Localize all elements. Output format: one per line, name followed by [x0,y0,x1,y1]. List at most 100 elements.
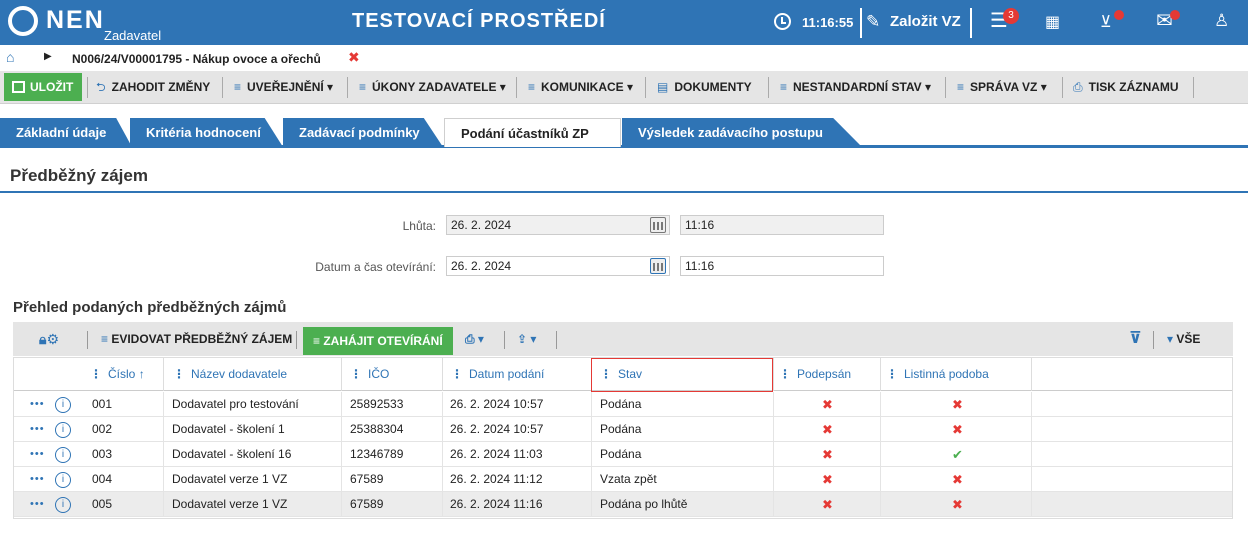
column-divider [880,492,881,517]
column-label: Číslo [108,367,136,381]
cross-icon: ✖ [822,472,833,487]
column-divider [591,442,592,467]
deadline-time-field[interactable]: 11:16 [680,215,884,235]
deadline-label: Lhůta: [402,219,436,233]
contracting-actions-menu[interactable]: ≡ ÚKONY ZADAVATELE ▾ [359,71,506,104]
breadcrumb-current[interactable]: N006/24/V00001795 - Nákup ovoce a ořechů [72,52,321,66]
manage-contract-menu[interactable]: ≡ SPRÁVA VZ ▾ [957,71,1047,104]
column-header-submission-date[interactable]: ⋮ Datum podání [451,358,544,391]
publish-menu[interactable]: ≡ UVEŘEJNĚNÍ ▾ [234,71,333,104]
cell-submission-date: 26. 2. 2024 10:57 [450,422,544,436]
row-actions-icon[interactable]: ••• [30,417,45,442]
cell-status: Podána [600,422,642,436]
column-divider [591,467,592,492]
print-icon: ⎙ [1073,80,1083,94]
calculator-icon[interactable]: ▦ [1045,12,1060,34]
discard-changes-button[interactable]: ⮌ ZAHODIT ZMĚNY [96,71,210,104]
column-divider [341,492,342,517]
column-divider [442,467,443,492]
edit-icon[interactable]: ✎ [866,13,880,30]
save-button[interactable]: ULOŽIT [4,73,82,101]
column-divider [1031,467,1032,492]
cross-icon: ✖ [822,397,833,412]
info-icon[interactable]: i [55,397,71,413]
filter-all-dropdown[interactable]: ▾ VŠE [1167,322,1200,356]
info-icon[interactable]: i [55,472,71,488]
table-row[interactable]: ••• i 005 Dodavatel verze 1 VZ 67589 26. 2. 2… [14,492,1232,517]
documents-button[interactable]: ▤ DOKUMENTY [657,71,752,104]
clock-icon [774,13,791,30]
row-actions-icon[interactable]: ••• [30,492,45,517]
column-divider [773,358,774,391]
close-icon[interactable]: ✖ [348,49,360,66]
calendar-icon[interactable] [650,217,666,233]
tab-evaluation-criteria[interactable]: Kritéria hodnocení [130,118,283,147]
divider [504,331,505,349]
tab-procedure-result[interactable]: Výsledek zadávacího postupu [622,118,862,147]
column-label: Podepsán [797,367,852,381]
row-actions-icon[interactable]: ••• [30,442,45,467]
cell-status: Podána po lhůtě [600,497,688,511]
column-divider [773,417,774,442]
mail-alert-dot [1170,10,1180,20]
column-divider [442,358,443,391]
start-opening-button[interactable]: ≡ ZAHÁJIT OTEVÍRÁNÍ [303,327,453,355]
info-icon[interactable]: i [55,447,71,463]
opening-date-field[interactable]: 26. 2. 2024 [446,256,670,276]
table-row[interactable]: ••• i 002 Dodavatel - školení 1 25388304 26. … [14,417,1232,442]
divider [645,77,646,98]
column-header-number[interactable]: ⋮ Číslo ↑ [90,358,145,391]
opening-time-field[interactable]: 11:16 [680,256,884,276]
info-icon[interactable]: i [55,497,71,513]
list-icon: ≡ [528,80,536,94]
column-header-status[interactable]: ⋮ Stav [600,358,642,391]
column-header-paper-form[interactable]: ⋮ Listinná podoba [886,358,989,391]
column-header-signed[interactable]: ⋮ Podepsán [779,358,851,391]
info-icon[interactable]: i [55,422,71,438]
cell-status: Podána [600,447,642,461]
row-actions-icon[interactable]: ••• [30,392,45,417]
column-divider [773,492,774,517]
home-icon[interactable]: ⌂ [6,49,14,65]
column-divider [773,467,774,492]
lock-icon[interactable]: 🔒︎⚙︎ [39,322,59,356]
column-divider [442,442,443,467]
row-actions-icon[interactable]: ••• [30,467,45,492]
column-divider [163,417,164,442]
table-row[interactable]: ••• i 001 Dodavatel pro testování 25892533 26… [14,392,1232,417]
cell-number: 001 [92,397,113,411]
column-label: Datum podání [469,367,545,381]
grid-header: ⋮ Číslo ↑ ⋮ Název dodavatele ⋮ IČO ⋮ Datum p… [14,358,1232,392]
user-icon[interactable]: ♙ [1214,10,1229,32]
column-header-supplier[interactable]: ⋮ Název dodavatele [173,358,287,391]
divider [768,77,769,98]
create-contract-button[interactable]: Založit VZ [890,13,961,30]
table-row[interactable]: ••• i 003 Dodavatel - školení 16 12346789 26.… [14,442,1232,467]
tab-tender-conditions[interactable]: Zadávací podmínky [283,118,443,147]
communication-menu[interactable]: ≡ KOMUNIKACE ▾ [528,71,633,104]
undo-icon: ⮌ [96,80,106,94]
publish-label: UVEŘEJNĚNÍ [247,80,324,94]
cell-status: Podána [600,397,642,411]
column-header-ico[interactable]: ⋮ IČO [350,358,389,391]
column-divider [163,358,164,391]
column-divider [1031,417,1032,442]
print-record-button[interactable]: ⎙ TISK ZÁZNAMU [1073,71,1179,104]
tab-basic-info[interactable]: Základní údaje [0,118,132,147]
export-menu[interactable]: ⇪ ▾ [517,322,536,356]
print-menu[interactable]: ⎙ ▾ [465,322,484,356]
nonstandard-state-menu[interactable]: ≡ NESTANDARDNÍ STAV ▾ [780,71,931,104]
deadline-date-field[interactable]: 26. 2. 2024 [446,215,670,235]
column-divider [163,392,164,417]
divider [347,77,348,98]
tab-participant-submissions[interactable]: Podání účastníků ZP [444,118,621,147]
filter-icon[interactable]: ⊽ [1129,322,1142,356]
inbox-icon[interactable]: ⊻ [1100,12,1112,34]
column-divider [1031,392,1032,417]
table-row[interactable]: ••• i 004 Dodavatel verze 1 VZ 67589 26. 2. 2… [14,467,1232,492]
cell-number: 005 [92,497,113,511]
calendar-icon[interactable] [650,258,666,274]
manage-label: SPRÁVA VZ [970,80,1038,94]
list-icon: ≡ [359,80,367,94]
register-interest-button[interactable]: ≡ EVIDOVAT PŘEDBĚŽNÝ ZÁJEM [101,322,292,356]
